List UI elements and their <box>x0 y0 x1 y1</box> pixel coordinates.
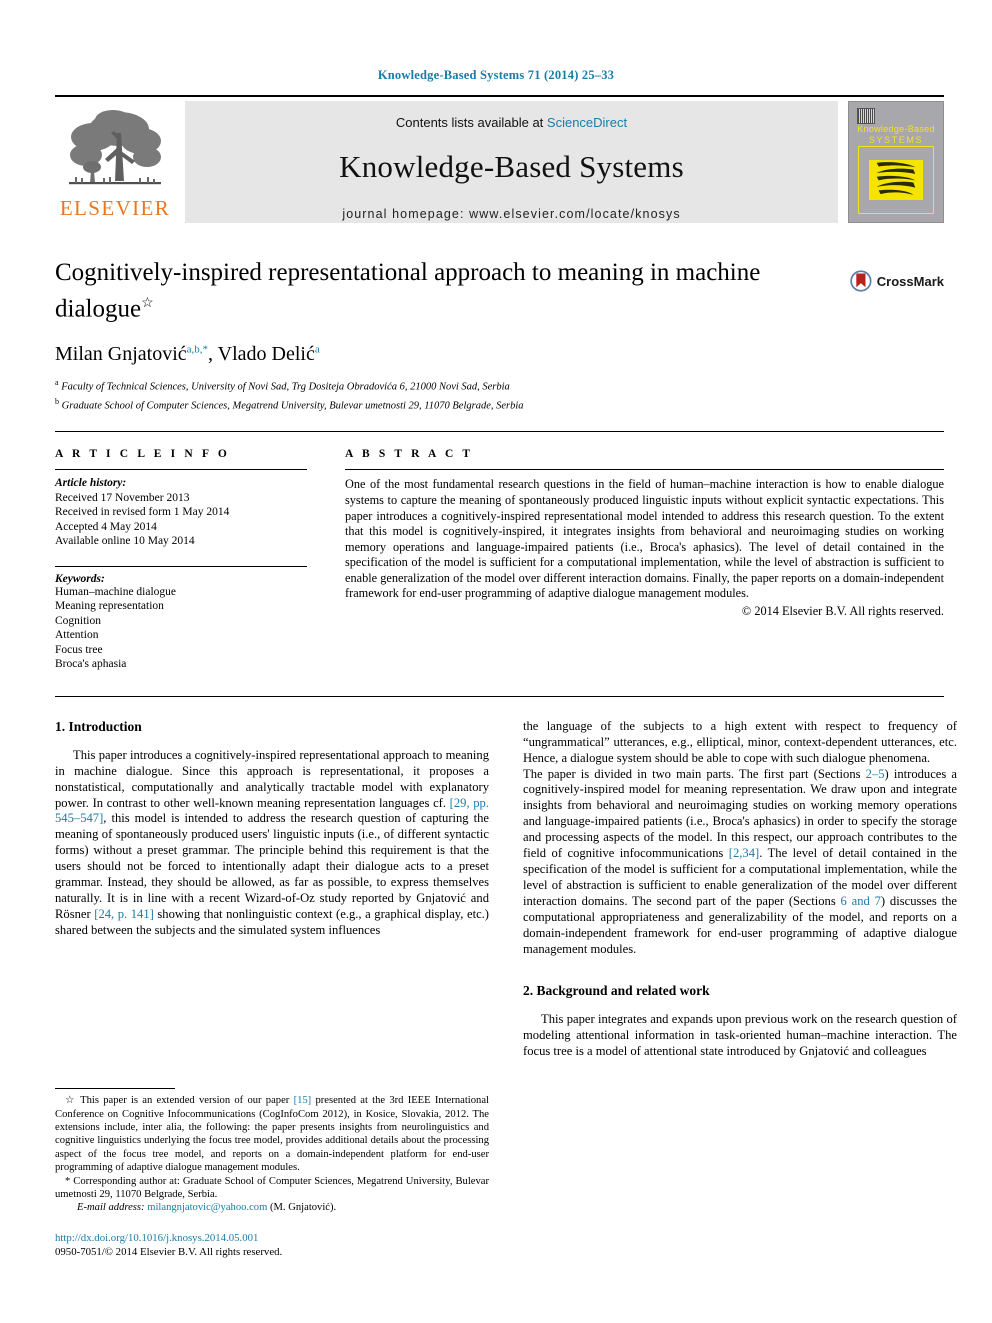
doi-block: http://dx.doi.org/10.1016/j.knosys.2014.… <box>55 1231 489 1259</box>
contents-available-line: Contents lists available at ScienceDirec… <box>396 115 627 130</box>
footnote-star: ☆ This paper is an extended version of o… <box>55 1094 489 1174</box>
s1p2-part-a: The paper is divided in two main parts. … <box>523 766 866 781</box>
keyword-item: Broca's aphasia <box>55 658 127 671</box>
email-label: E-mail address: <box>77 1202 145 1214</box>
citation-ref[interactable]: [15] <box>294 1095 312 1106</box>
masthead-center: Contents lists available at ScienceDirec… <box>185 101 838 223</box>
title-footnote-marker: ☆ <box>141 296 154 311</box>
article-info-column: A R T I C L E I N F O Article history: R… <box>55 448 307 672</box>
footnote-email: E-mail address: milangnjatovic@yahoo.com… <box>55 1201 489 1214</box>
history-item: Received in revised form 1 May 2014 <box>55 506 230 519</box>
affiliations: a Faculty of Technical Sciences, Univers… <box>55 376 944 413</box>
citation-ref[interactable]: [24, p. 141] <box>94 907 154 921</box>
abstract-heading: A B S T R A C T <box>345 448 474 461</box>
sciencedirect-link[interactable]: ScienceDirect <box>547 115 627 130</box>
contents-prefix: Contents lists available at <box>395 115 547 130</box>
section2-paragraph-1: This paper integrates and expands upon p… <box>523 1012 957 1059</box>
affiliation-a: a Faculty of Technical Sciences, Univers… <box>55 378 510 393</box>
author-2: Vlado Delić <box>217 343 315 366</box>
author-list: Milan Gnjatovića,b,*, Vlado Delića <box>55 343 320 366</box>
keyword-item: Attention <box>55 629 99 642</box>
author-1-affiliation-marker: a,b,* <box>186 343 209 356</box>
keywords-label: Keywords: <box>55 572 105 585</box>
article-info-heading: A R T I C L E I N F O <box>55 448 230 461</box>
email-suffix: (M. Gnjatović). <box>267 1202 337 1214</box>
cover-artwork <box>869 160 923 200</box>
keyword-item: Focus tree <box>55 643 103 656</box>
cover-helix-icon <box>869 160 923 200</box>
journal-masthead: ELSEVIER Contents lists available at Sci… <box>55 95 944 223</box>
footnote-star-part-b: presented at the 3rd IEEE International … <box>55 1095 489 1174</box>
section1-paragraph-1-continued: the language of the subjects to a high e… <box>523 718 957 765</box>
body-column-left: 1. Introduction This paper introduces a … <box>55 719 489 1259</box>
running-head: Knowledge-Based Systems 71 (2014) 25–33 <box>377 68 615 82</box>
footnote-corresponding-text: Corresponding author at: Graduate School… <box>55 1175 489 1201</box>
article-history-label: Article history: <box>55 477 127 490</box>
section-ref[interactable]: 6 and 7 <box>841 894 881 908</box>
s1p1-part-a: This paper introduces a cognitively-insp… <box>55 747 489 810</box>
paper-page: Knowledge-Based Systems 71 (2014) 25–33 <box>0 0 992 1323</box>
history-item: Available online 10 May 2014 <box>55 535 195 548</box>
cover-title-line1: Knowledge-Based <box>857 124 935 134</box>
crossmark-label: CrossMark <box>876 273 944 289</box>
affiliation-b: b Graduate School of Computer Sciences, … <box>55 396 524 412</box>
body-column-right: the language of the subjects to a high e… <box>523 719 957 1259</box>
cover-corner-icon <box>857 108 875 124</box>
section-heading-1: 1. Introduction <box>55 718 142 734</box>
body-columns: 1. Introduction This paper introduces a … <box>55 695 957 1259</box>
email-link[interactable]: milangnjatovic@yahoo.com <box>147 1202 267 1213</box>
s1p1-part-b: , this model is intended to address the … <box>55 811 489 921</box>
keyword-item: Human–machine dialogue <box>55 585 177 598</box>
issn-copyright: 0950-7051/© 2014 Elsevier B.V. All right… <box>55 1245 283 1258</box>
elsevier-logo: ELSEVIER <box>55 101 175 223</box>
journal-homepage[interactable]: journal homepage: www.elsevier.com/locat… <box>342 207 680 221</box>
section-heading-2: 2. Background and related work <box>523 983 710 999</box>
keyword-item: Cognition <box>55 614 102 627</box>
paper-title-text: Cognitively-inspired representational ap… <box>55 259 761 323</box>
article-history: Article history: Received 17 November 20… <box>55 470 307 549</box>
abstract-text: One of the most fundamental research que… <box>345 477 944 601</box>
keywords-block: Keywords: Human–machine dialogue Meaning… <box>55 565 307 672</box>
section-ref[interactable]: 2–5 <box>866 767 885 781</box>
section1-paragraph-2: The paper is divided in two main parts. … <box>523 767 957 958</box>
abstract-column: A B S T R A C T One of the most fundamen… <box>345 448 944 672</box>
footnote-star-part-a: This paper is an extended version of our… <box>76 1095 294 1107</box>
footnote-rule <box>55 1088 175 1090</box>
author-2-affiliation-marker: a <box>314 343 320 356</box>
section1-paragraph-1: This paper introduces a cognitively-insp… <box>55 748 489 939</box>
journal-cover-thumbnail[interactable]: Knowledge-Based SYSTEMS <box>848 101 944 223</box>
info-abstract-region: A R T I C L E I N F O Article history: R… <box>55 431 944 672</box>
crossmark-badge[interactable]: CrossMark <box>850 261 944 301</box>
journal-title: Knowledge-Based Systems <box>339 149 684 184</box>
elsevier-tree-icon <box>69 110 161 185</box>
history-item: Accepted 4 May 2014 <box>55 520 157 533</box>
history-item: Received 17 November 2013 <box>55 491 190 504</box>
footnote-star-marker: ☆ <box>65 1095 77 1107</box>
doi-link[interactable]: http://dx.doi.org/10.1016/j.knosys.2014.… <box>55 1231 489 1245</box>
abstract-copyright: © 2014 Elsevier B.V. All rights reserved… <box>741 604 944 619</box>
footnote-block: ☆ This paper is an extended version of o… <box>55 1088 489 1259</box>
title-block: Cognitively-inspired representational ap… <box>55 257 944 413</box>
crossmark-icon <box>850 270 872 292</box>
keyword-item: Meaning representation <box>55 600 164 613</box>
page-title: Cognitively-inspired representational ap… <box>55 257 845 324</box>
elsevier-wordmark: ELSEVIER <box>59 196 171 220</box>
affiliation-a-text: Faculty of Technical Sciences, Universit… <box>61 381 510 393</box>
cover-title-line2: SYSTEMS <box>868 135 924 145</box>
citation-ref[interactable]: [2,34] <box>729 846 759 860</box>
cover-title: Knowledge-Based SYSTEMS <box>849 124 943 146</box>
author-1: Milan Gnjatović <box>55 343 187 366</box>
affiliation-b-text: Graduate School of Computer Sciences, Me… <box>61 400 524 412</box>
footnote-corresponding: * Corresponding author at: Graduate Scho… <box>55 1175 489 1202</box>
keywords-list: Human–machine dialogue Meaning represent… <box>55 585 307 672</box>
